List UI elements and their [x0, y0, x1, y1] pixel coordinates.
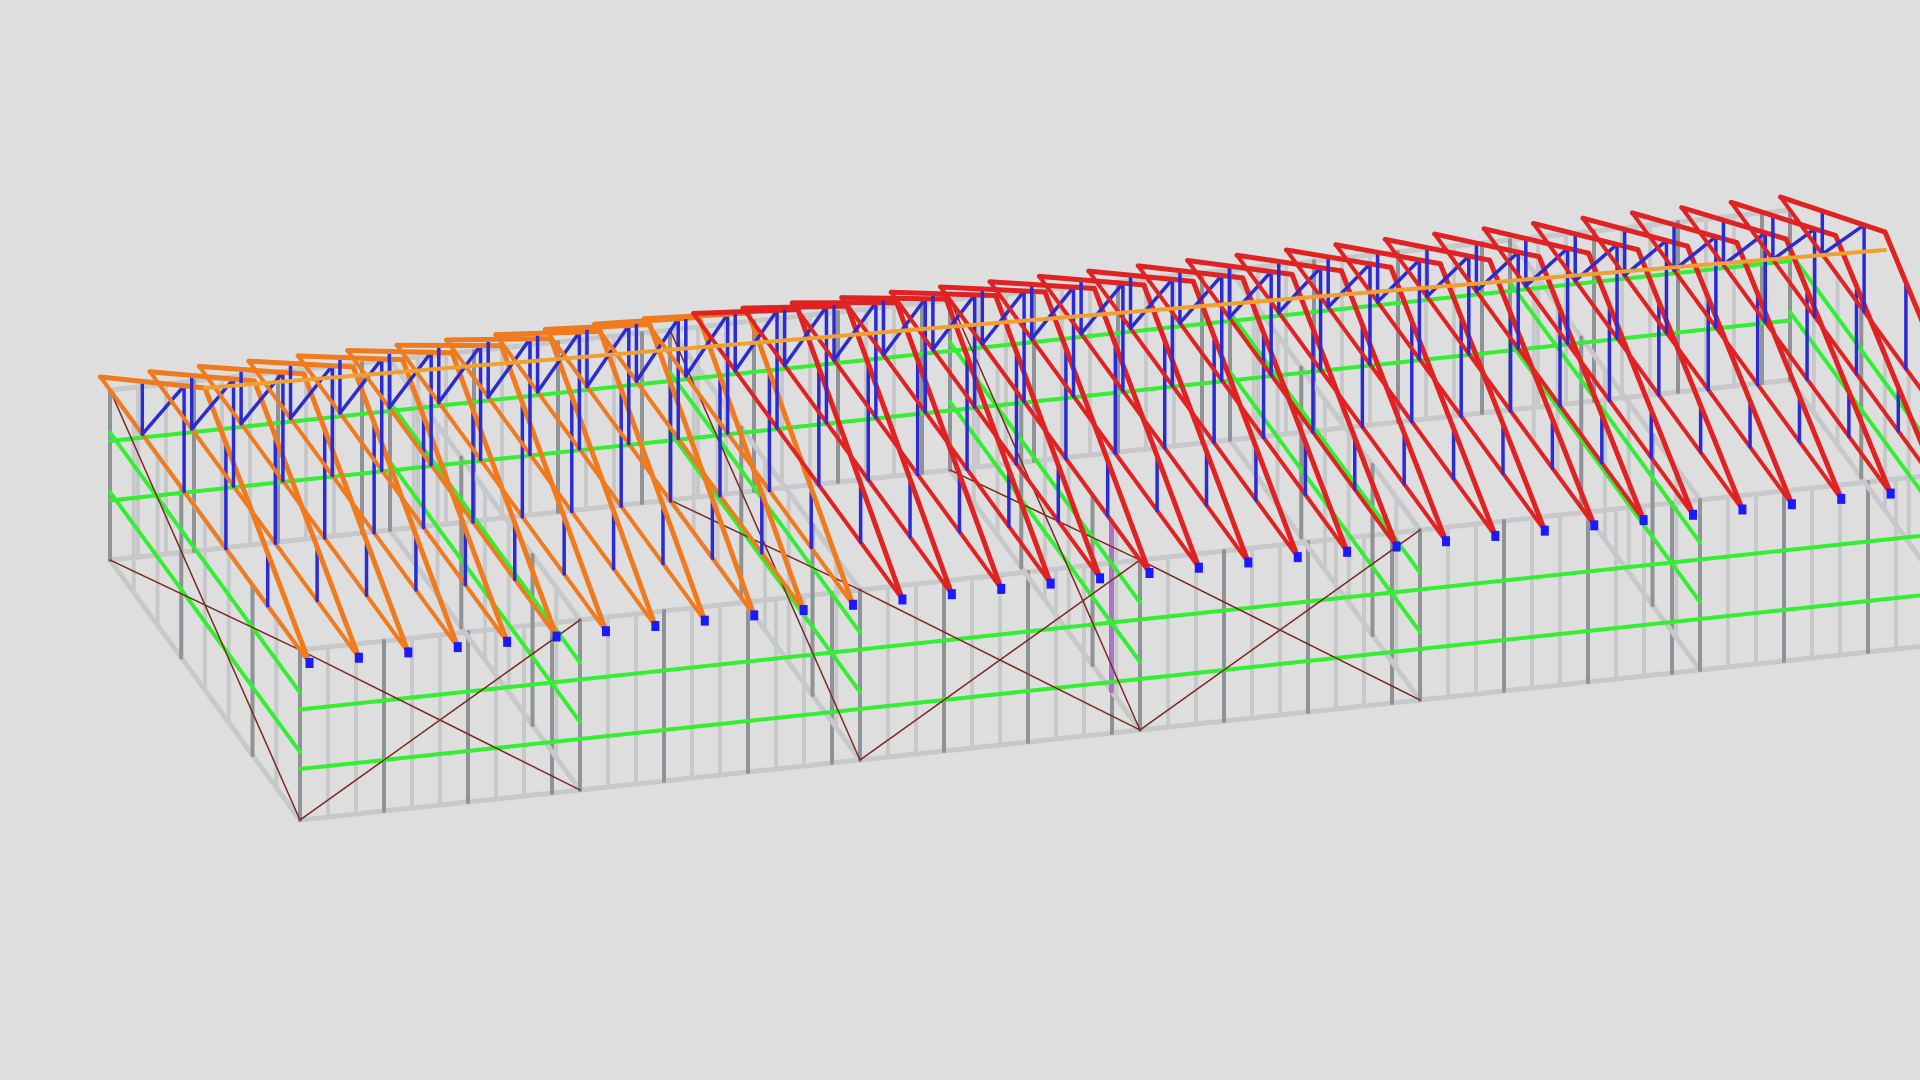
eave-connector — [601, 626, 610, 637]
eave-connector — [700, 615, 709, 626]
eave-connector — [997, 583, 1006, 594]
eave-connector — [1540, 525, 1549, 536]
eave-connector — [503, 636, 512, 647]
eave-connector — [1194, 562, 1203, 573]
eave-connector — [305, 658, 314, 668]
eave-connector — [1441, 536, 1450, 547]
top-chord — [1338, 268, 1449, 544]
bottom-chord — [246, 359, 460, 650]
top-chord — [1728, 199, 1839, 239]
eave-connector — [1145, 568, 1154, 578]
top-chord — [1882, 229, 1920, 323]
strap-brace — [109, 389, 301, 821]
eave-connector — [750, 610, 759, 621]
strap-brace — [949, 299, 1141, 731]
3d-viewport[interactable] — [0, 0, 1920, 1080]
eave-connector — [1491, 530, 1500, 541]
top-chord — [1388, 264, 1498, 539]
eave-connector — [799, 605, 808, 616]
top-chord — [1190, 278, 1301, 560]
eave-connector — [947, 589, 956, 600]
eave-connector — [1392, 541, 1401, 552]
eave-connector — [1096, 573, 1105, 584]
eave-connector — [849, 599, 858, 610]
eave-connector — [1787, 499, 1796, 510]
top-chord — [1536, 254, 1647, 523]
steel-frame-house-model[interactable] — [0, 0, 1920, 1080]
eave-connector — [453, 642, 462, 653]
eave-connector — [1293, 552, 1302, 563]
eave-connector — [898, 594, 907, 605]
bottom-chord — [642, 316, 856, 607]
bottom-chord — [1482, 226, 1696, 517]
eave-connector — [1886, 488, 1895, 499]
eave-connector — [1639, 515, 1648, 526]
eave-connector — [1738, 504, 1747, 515]
bottom-chord — [543, 327, 757, 618]
eave-connector — [1046, 578, 1055, 589]
bottom-chord — [345, 348, 559, 639]
eave-connector — [1244, 557, 1253, 568]
eave-connector — [651, 620, 660, 631]
eave-connector — [1689, 509, 1698, 520]
eave-connector — [404, 647, 413, 658]
top-chord — [1289, 271, 1400, 550]
eave-connector — [354, 652, 363, 663]
eave-connector — [1343, 546, 1352, 557]
top-chord — [1487, 257, 1597, 528]
eave-connector — [552, 631, 561, 642]
eave-connector — [1837, 493, 1846, 504]
eave-connector — [1590, 520, 1599, 531]
